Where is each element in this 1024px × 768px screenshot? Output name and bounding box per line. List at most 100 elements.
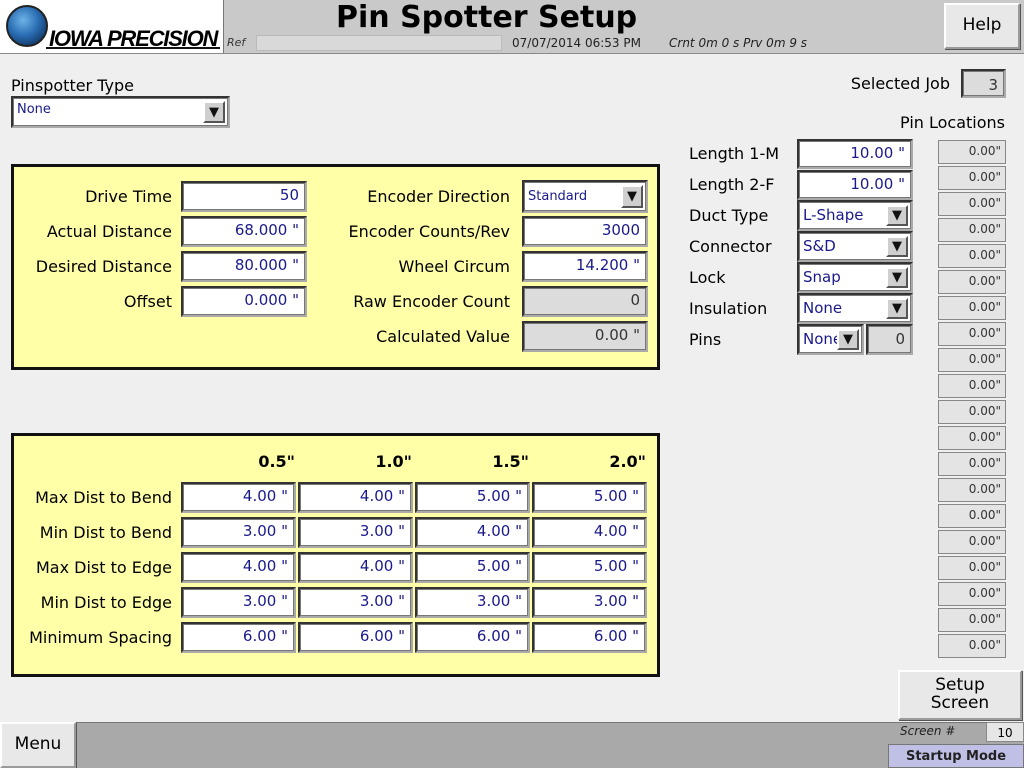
encoder-direction-label: Encoder Direction — [367, 187, 510, 206]
spacing-value-field[interactable]: 4.00 " — [181, 552, 296, 583]
pin-location-field: 0.00" — [938, 582, 1006, 606]
lock-select[interactable]: Snap ▼ — [797, 262, 913, 293]
chevron-down-icon: ▼ — [837, 329, 859, 350]
calculated-value-field: 0.00 " — [522, 321, 648, 352]
duct-type-select[interactable]: L-Shape ▼ — [797, 200, 913, 231]
chevron-down-icon: ▼ — [886, 267, 908, 288]
desired-distance-field[interactable]: 80.000 " — [181, 251, 307, 282]
screen-number-label: Screen # — [900, 724, 956, 738]
connector-select[interactable]: S&D ▼ — [797, 231, 913, 262]
spacing-column-header: 1.5" — [492, 452, 529, 471]
pin-location-field: 0.00" — [938, 426, 1006, 450]
spacing-value-field[interactable]: 3.00 " — [415, 587, 530, 618]
spacing-value-field[interactable]: 6.00 " — [532, 622, 647, 653]
cycle-timing-display: Crnt 0m 0 s Prv 0m 9 s — [669, 36, 808, 50]
pin-location-field: 0.00" — [938, 478, 1006, 502]
length1-label: Length 1-M — [689, 144, 780, 163]
encoder-direction-select[interactable]: Standard ▼ — [522, 180, 648, 213]
pin-location-field: 0.00" — [938, 192, 1006, 216]
status-bar — [0, 722, 1024, 768]
length1-field[interactable]: 10.00 " — [797, 139, 913, 169]
table-row: Max Dist to Edge 4.00 " 4.00 " 5.00 " 5.00 " — [14, 551, 654, 585]
chevron-down-icon: ▼ — [886, 298, 908, 319]
pin-locations-label: Pin Locations — [900, 113, 1005, 132]
table-row: Min Dist to Edge 3.00 " 3.00 " 3.00 " 3.00 " — [14, 586, 654, 620]
spacing-value-field[interactable]: 3.00 " — [298, 517, 413, 548]
insulation-value: None — [803, 299, 843, 317]
spacing-value-field[interactable]: 4.00 " — [415, 517, 530, 548]
connector-label: Connector — [689, 237, 772, 256]
spacing-column-header: 0.5" — [258, 452, 295, 471]
spacing-row-label: Min Dist to Bend — [39, 523, 172, 542]
spacing-value-field[interactable]: 5.00 " — [415, 552, 530, 583]
menu-button[interactable]: Menu — [0, 722, 76, 768]
spacing-row-label: Minimum Spacing — [29, 628, 172, 647]
lock-value: Snap — [803, 268, 841, 286]
insulation-select[interactable]: None ▼ — [797, 293, 913, 324]
offset-label: Offset — [123, 292, 172, 311]
pin-location-field: 0.00" — [938, 140, 1006, 164]
spacing-column-header: 1.0" — [375, 452, 412, 471]
selected-job-field: 3 — [961, 69, 1006, 98]
offset-field[interactable]: 0.000 " — [181, 286, 307, 317]
encoder-counts-field[interactable]: 3000 — [522, 216, 648, 247]
actual-distance-field[interactable]: 68.000 " — [181, 216, 307, 247]
table-row: Max Dist to Bend 4.00 " 4.00 " 5.00 " 5.00 " — [14, 481, 654, 515]
encoder-counts-label: Encoder Counts/Rev — [348, 222, 510, 241]
pin-location-field: 0.00" — [938, 504, 1006, 528]
pinspotter-type-select[interactable]: None ▼ — [11, 96, 230, 128]
insulation-label: Insulation — [689, 299, 768, 318]
connector-value: S&D — [803, 237, 836, 255]
duct-type-value: L-Shape — [803, 206, 864, 224]
drive-time-field[interactable]: 50 — [181, 181, 307, 212]
page-title: Pin Spotter Setup — [336, 0, 638, 35]
spacing-table-header: 0.5" 1.0" 1.5" 2.0" — [181, 452, 649, 474]
pin-location-field: 0.00" — [938, 322, 1006, 346]
spacing-value-field[interactable]: 6.00 " — [298, 622, 413, 653]
pin-location-field: 0.00" — [938, 166, 1006, 190]
raw-encoder-count-field: 0 — [522, 286, 648, 317]
pin-location-field: 0.00" — [938, 530, 1006, 554]
spacing-value-field[interactable]: 5.00 " — [532, 552, 647, 583]
spacing-value-field[interactable]: 5.00 " — [415, 482, 530, 513]
table-row: Minimum Spacing 6.00 " 6.00 " 6.00 " 6.00 " — [14, 621, 654, 655]
pinspotter-type-value: None — [17, 102, 51, 117]
pins-select[interactable]: None ▼ — [797, 324, 864, 355]
help-button[interactable]: Help — [944, 3, 1020, 49]
raw-encoder-count-label: Raw Encoder Count — [353, 292, 510, 311]
pin-location-field: 0.00" — [938, 608, 1006, 632]
spacing-value-field[interactable]: 6.00 " — [181, 622, 296, 653]
pins-label: Pins — [689, 330, 722, 349]
spacing-row-label: Max Dist to Edge — [35, 558, 172, 577]
spacing-value-field[interactable]: 5.00 " — [532, 482, 647, 513]
pinspotter-type-label: Pinspotter Type — [11, 76, 134, 95]
lock-label: Lock — [689, 268, 726, 287]
spacing-value-field[interactable]: 4.00 " — [181, 482, 296, 513]
spacing-column-header: 2.0" — [609, 452, 646, 471]
chevron-down-icon: ▼ — [886, 236, 908, 257]
spacing-value-field[interactable]: 6.00 " — [415, 622, 530, 653]
spacing-value-field[interactable]: 4.00 " — [298, 482, 413, 513]
calculated-value-label: Calculated Value — [376, 327, 510, 346]
logo-underline — [46, 47, 220, 49]
chevron-down-icon: ▼ — [886, 205, 908, 226]
pin-location-field: 0.00" — [938, 634, 1006, 658]
spacing-value-field[interactable]: 4.00 " — [298, 552, 413, 583]
pin-location-field: 0.00" — [938, 244, 1006, 268]
pin-location-field: 0.00" — [938, 296, 1006, 320]
selected-job-label: Selected Job — [850, 74, 950, 93]
setup-screen-button[interactable]: Setup Screen — [898, 670, 1022, 720]
mode-badge: Startup Mode — [888, 744, 1024, 768]
ref-field — [256, 35, 502, 51]
desired-distance-label: Desired Distance — [35, 257, 172, 276]
spacing-value-field[interactable]: 3.00 " — [181, 517, 296, 548]
wheel-circum-field[interactable]: 14.200 " — [522, 251, 648, 282]
spacing-value-field[interactable]: 3.00 " — [181, 587, 296, 618]
length2-field[interactable]: 10.00 " — [797, 170, 913, 200]
spacing-value-field[interactable]: 3.00 " — [298, 587, 413, 618]
spacing-value-field[interactable]: 4.00 " — [532, 517, 647, 548]
spacing-value-field[interactable]: 3.00 " — [532, 587, 647, 618]
spacing-row-label: Min Dist to Edge — [40, 593, 172, 612]
screen-number: 10 — [986, 722, 1024, 742]
chevron-down-icon: ▼ — [203, 101, 225, 123]
